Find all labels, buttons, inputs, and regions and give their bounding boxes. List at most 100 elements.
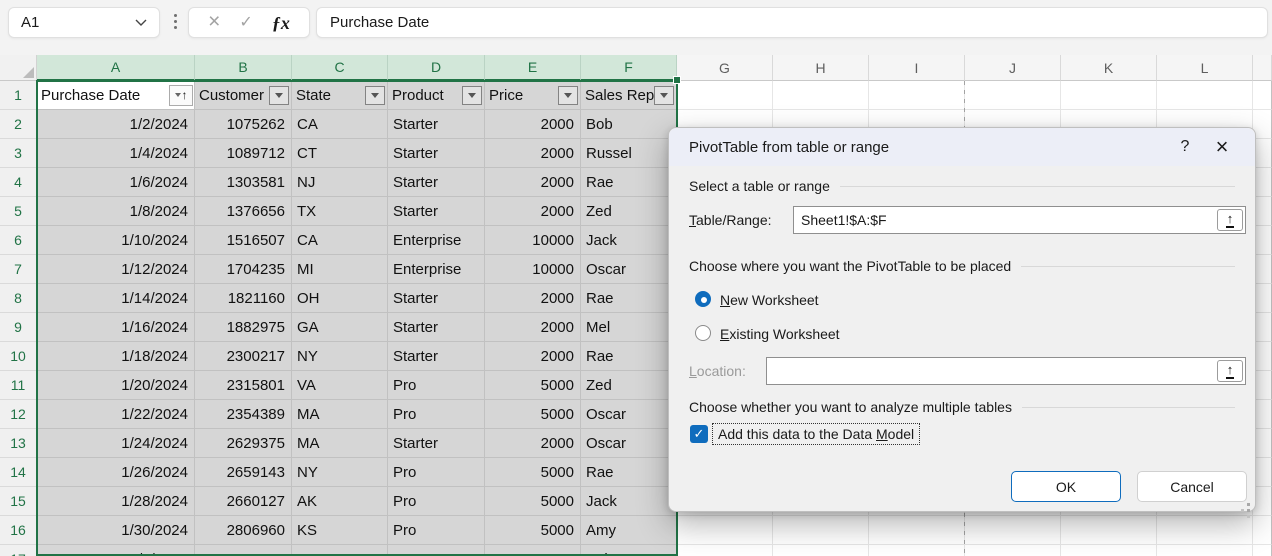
cell-D9[interactable]: Starter [388, 313, 485, 342]
close-icon[interactable]: × [1201, 136, 1243, 158]
row-header-17[interactable]: 17 [0, 545, 37, 556]
cell-A5[interactable]: 1/8/2024 [37, 197, 195, 226]
name-box[interactable]: A1 [8, 7, 160, 38]
cell-A16[interactable]: 1/30/2024 [37, 516, 195, 545]
cell-I1[interactable] [869, 81, 965, 110]
cell-A6[interactable]: 1/10/2024 [37, 226, 195, 255]
fill-handle[interactable] [673, 76, 681, 84]
filter-button[interactable] [558, 86, 578, 105]
col-header-I[interactable]: I [869, 55, 965, 81]
cell-J16[interactable] [965, 516, 1061, 545]
cell-C8[interactable]: OH [292, 284, 388, 313]
row-header-6[interactable]: 6 [0, 226, 37, 255]
col-header-G[interactable]: G [677, 55, 773, 81]
cell-B3[interactable]: 1089712 [195, 139, 292, 168]
cell-F12[interactable]: Oscar [581, 400, 677, 429]
cell-D11[interactable]: Pro [388, 371, 485, 400]
cell-E16[interactable]: 5000 [485, 516, 581, 545]
row-header-1[interactable]: 1 [0, 81, 37, 110]
row-header-13[interactable]: 13 [0, 429, 37, 458]
cell-H16[interactable] [773, 516, 869, 545]
row-header-14[interactable]: 14 [0, 458, 37, 487]
cell-J17[interactable] [965, 545, 1061, 556]
filter-button[interactable] [365, 86, 385, 105]
data-model-checkbox[interactable]: ✓ [690, 425, 708, 443]
insert-function-icon[interactable]: ƒx [272, 14, 290, 32]
col-header-C[interactable]: C [292, 55, 388, 81]
cell-F15[interactable]: Jack [581, 487, 677, 516]
cell-B4[interactable]: 1303581 [195, 168, 292, 197]
cell-C14[interactable]: NY [292, 458, 388, 487]
cancel-icon[interactable]: × [208, 11, 220, 32]
location-input[interactable]: ↑ [766, 357, 1246, 385]
cell-B15[interactable]: 2660127 [195, 487, 292, 516]
cell-F1[interactable]: Sales Rep [581, 81, 677, 110]
cell-E7[interactable]: 10000 [485, 255, 581, 284]
cell-A3[interactable]: 1/4/2024 [37, 139, 195, 168]
cell-E10[interactable]: 2000 [485, 342, 581, 371]
row-header-16[interactable]: 16 [0, 516, 37, 545]
cell-I17[interactable] [869, 545, 965, 556]
cell-E17[interactable]: 2000 [485, 545, 581, 556]
cell-B17[interactable]: 2876624 [195, 545, 292, 556]
cell-E1[interactable]: Price [485, 81, 581, 110]
cell-D17[interactable]: Starter [388, 545, 485, 556]
row-header-3[interactable]: 3 [0, 139, 37, 168]
col-header-A[interactable]: A [37, 55, 195, 81]
cell-C1[interactable]: State [292, 81, 388, 110]
cell-F8[interactable]: Rae [581, 284, 677, 313]
cell-K17[interactable] [1061, 545, 1157, 556]
cell-F4[interactable]: Rae [581, 168, 677, 197]
cell-H1[interactable] [773, 81, 869, 110]
cell-A10[interactable]: 1/18/2024 [37, 342, 195, 371]
cell-D10[interactable]: Starter [388, 342, 485, 371]
range-picker-button[interactable]: ↑ [1217, 209, 1243, 231]
row-header-15[interactable]: 15 [0, 487, 37, 516]
col-header-F[interactable]: F [581, 55, 677, 81]
cell-E15[interactable]: 5000 [485, 487, 581, 516]
cell-B16[interactable]: 2806960 [195, 516, 292, 545]
cell-F6[interactable]: Jack [581, 226, 677, 255]
cell-A12[interactable]: 1/22/2024 [37, 400, 195, 429]
resize-grip[interactable] [1247, 503, 1250, 506]
col-header-H[interactable]: H [773, 55, 869, 81]
help-icon[interactable]: ? [1169, 138, 1201, 156]
radio-existing-worksheet-label[interactable]: Existing Worksheet [720, 326, 840, 342]
col-header-K[interactable]: K [1061, 55, 1157, 81]
cell-D2[interactable]: Starter [388, 110, 485, 139]
sort-filter-button[interactable]: ↑ [169, 85, 193, 106]
cell-C15[interactable]: AK [292, 487, 388, 516]
cell-F14[interactable]: Rae [581, 458, 677, 487]
cell-A8[interactable]: 1/14/2024 [37, 284, 195, 313]
cell-A11[interactable]: 1/20/2024 [37, 371, 195, 400]
table-range-input[interactable]: Sheet1!$A:$F ↑ [793, 206, 1246, 234]
cell-C13[interactable]: MA [292, 429, 388, 458]
radio-new-worksheet[interactable] [695, 291, 711, 307]
cell-C12[interactable]: MA [292, 400, 388, 429]
cell-B10[interactable]: 2300217 [195, 342, 292, 371]
cell-D6[interactable]: Enterprise [388, 226, 485, 255]
col-header-E[interactable]: E [485, 55, 581, 81]
cell-D3[interactable]: Starter [388, 139, 485, 168]
cell-F7[interactable]: Oscar [581, 255, 677, 284]
cell-J1[interactable] [965, 81, 1061, 110]
filter-button[interactable] [462, 86, 482, 105]
col-header-J[interactable]: J [965, 55, 1061, 81]
cell-D12[interactable]: Pro [388, 400, 485, 429]
col-header-L[interactable]: L [1157, 55, 1253, 81]
cell-E13[interactable]: 2000 [485, 429, 581, 458]
cell-E6[interactable]: 10000 [485, 226, 581, 255]
cell-F5[interactable]: Zed [581, 197, 677, 226]
col-header-D[interactable]: D [388, 55, 485, 81]
cell-E8[interactable]: 2000 [485, 284, 581, 313]
formula-bar-input[interactable]: Purchase Date [316, 7, 1268, 38]
cell-E5[interactable]: 2000 [485, 197, 581, 226]
cell-E12[interactable]: 5000 [485, 400, 581, 429]
filter-button[interactable] [269, 86, 289, 105]
cell-L17[interactable] [1157, 545, 1253, 556]
cell-B9[interactable]: 1882975 [195, 313, 292, 342]
cell-C17[interactable]: CA [292, 545, 388, 556]
cell-L16[interactable] [1157, 516, 1253, 545]
cell-E2[interactable]: 2000 [485, 110, 581, 139]
col-header-B[interactable]: B [195, 55, 292, 81]
